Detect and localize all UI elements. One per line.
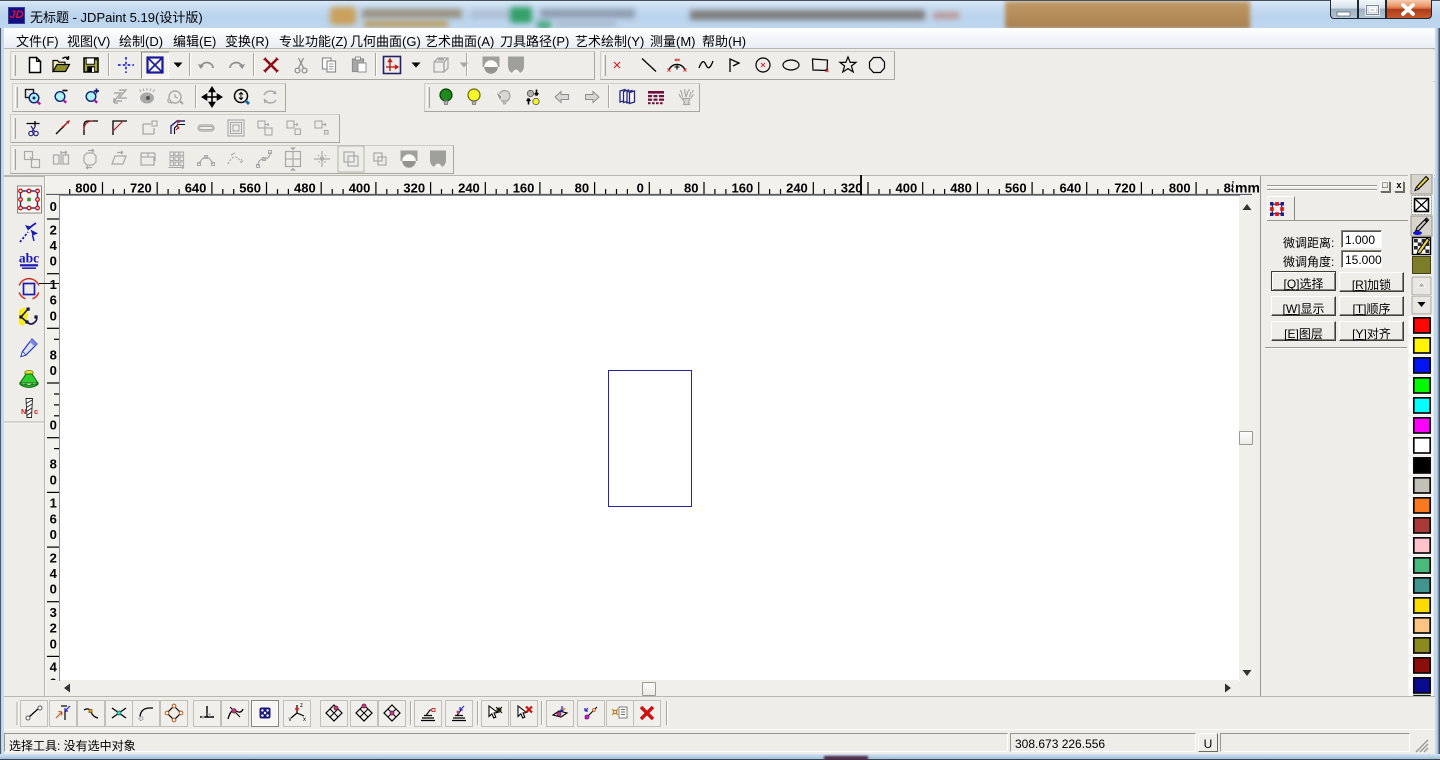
svg-text:v: v	[289, 717, 292, 723]
svg-text:0: 0	[50, 675, 57, 680]
svg-text:0: 0	[50, 472, 57, 487]
svg-text:320: 320	[403, 181, 425, 196]
svg-text:6: 6	[50, 511, 57, 526]
svg-text:2: 2	[50, 222, 57, 237]
svg-text:1: 1	[50, 277, 57, 292]
svg-text:240: 240	[458, 181, 480, 196]
svg-text:0: 0	[50, 254, 57, 269]
svg-text:640: 640	[185, 181, 207, 196]
svg-text:560: 560	[1005, 181, 1027, 196]
svg-text:2: 2	[50, 621, 57, 636]
svg-text:6: 6	[50, 293, 57, 308]
svg-text:8: 8	[50, 347, 57, 362]
svg-text:0: 0	[50, 527, 57, 542]
svg-text:mm: mm	[1235, 180, 1259, 196]
svg-text:0: 0	[50, 636, 57, 651]
svg-text:c: c	[34, 407, 38, 416]
svg-text:N: N	[21, 407, 26, 416]
svg-text:abc: abc	[19, 251, 39, 266]
svg-text:4: 4	[50, 566, 58, 581]
svg-text:3: 3	[50, 605, 57, 620]
svg-text:480: 480	[294, 181, 316, 196]
svg-text:800: 800	[75, 181, 97, 196]
svg-text:400: 400	[349, 181, 371, 196]
svg-text:0: 0	[637, 181, 644, 196]
svg-text:720: 720	[1114, 181, 1136, 196]
svg-text:800: 800	[1169, 181, 1191, 196]
svg-text:4: 4	[50, 660, 58, 675]
svg-text:240: 240	[786, 181, 808, 196]
svg-text:480: 480	[950, 181, 972, 196]
svg-text:8: 8	[50, 457, 57, 472]
svg-text:400: 400	[895, 181, 917, 196]
svg-text:160: 160	[731, 181, 753, 196]
svg-text:z: z	[300, 703, 303, 709]
svg-text:2: 2	[50, 550, 57, 565]
svg-text:1: 1	[50, 496, 57, 511]
svg-text:160: 160	[513, 181, 535, 196]
svg-text:640: 640	[1059, 181, 1081, 196]
svg-text:0: 0	[50, 418, 57, 433]
svg-text:720: 720	[130, 181, 152, 196]
svg-text:0: 0	[50, 363, 57, 378]
svg-text:0: 0	[50, 582, 57, 597]
svg-text:0: 0	[50, 308, 57, 323]
svg-text:x: x	[303, 717, 306, 723]
svg-text:0: 0	[50, 199, 57, 214]
svg-text:560: 560	[239, 181, 261, 196]
svg-text:4: 4	[50, 238, 58, 253]
svg-text:80: 80	[684, 181, 698, 196]
svg-text:80: 80	[575, 181, 589, 196]
